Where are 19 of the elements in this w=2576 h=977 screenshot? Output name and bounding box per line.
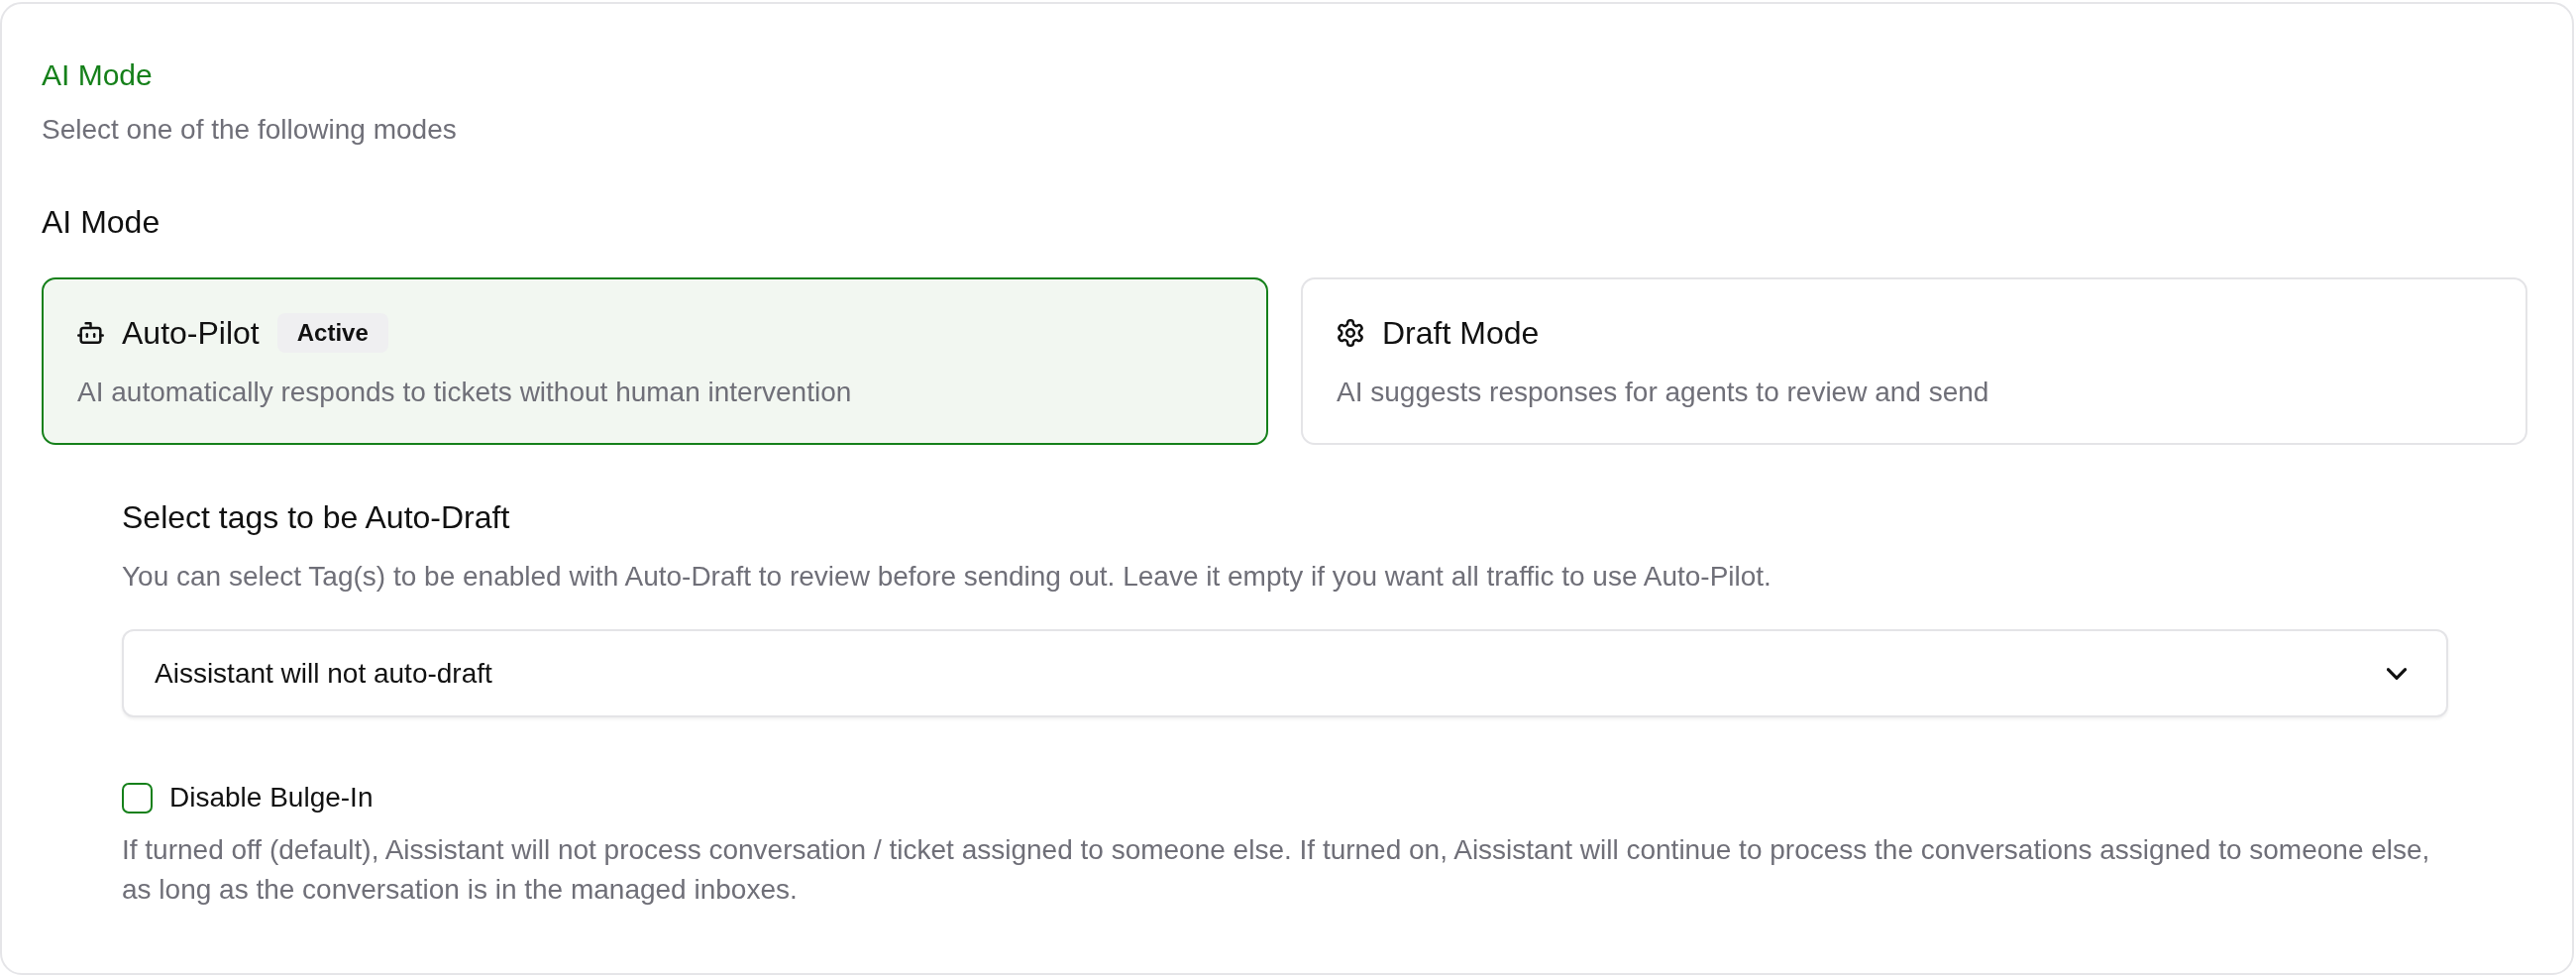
mode-option-title: Auto-Pilot [122, 314, 260, 352]
checkbox-label: Disable Bulge-In [169, 781, 374, 814]
section-subtitle: Select one of the following modes [42, 113, 458, 147]
section-heading: Select tags to be Auto-Draft [122, 498, 511, 536]
mode-option-card[interactable]: Draft Mode AI suggests responses for agents to review and send [1301, 277, 2527, 445]
help-text: If turned off (default), Aissistant will not process conversation / ticket assigned to someone else. If turned on, Aissistant will continue to process the conversations assigned to someone else, as long as the conversation is in the managed inboxes. [122, 833, 2431, 907]
settings-icon [1337, 319, 1364, 347]
section-description: You can select Tag(s) to be enabled with Auto-Draft to review before sending out. Leave it empty if you want all traffic to use Auto-Pilot. [122, 560, 1772, 594]
mode-option-description: AI automatically responds to tickets without human intervention [77, 376, 853, 409]
mode-option-card[interactable]: Auto-Pilot Active AI automatically responds to tickets without human intervention [42, 277, 1268, 445]
section-title: AI Mode [42, 57, 154, 93]
chevron-down-icon [2387, 667, 2407, 680]
status-badge: Active [276, 313, 388, 353]
tag-select-field[interactable]: Aissistant will not auto-draft [122, 629, 2448, 717]
mode-option-title: Draft Mode [1382, 314, 1540, 352]
mode-option-description: AI suggests responses for agents to review and send [1337, 376, 1990, 409]
checkbox[interactable] [122, 782, 153, 814]
robot-icon [77, 321, 104, 345]
field-label: AI Mode [42, 203, 161, 241]
